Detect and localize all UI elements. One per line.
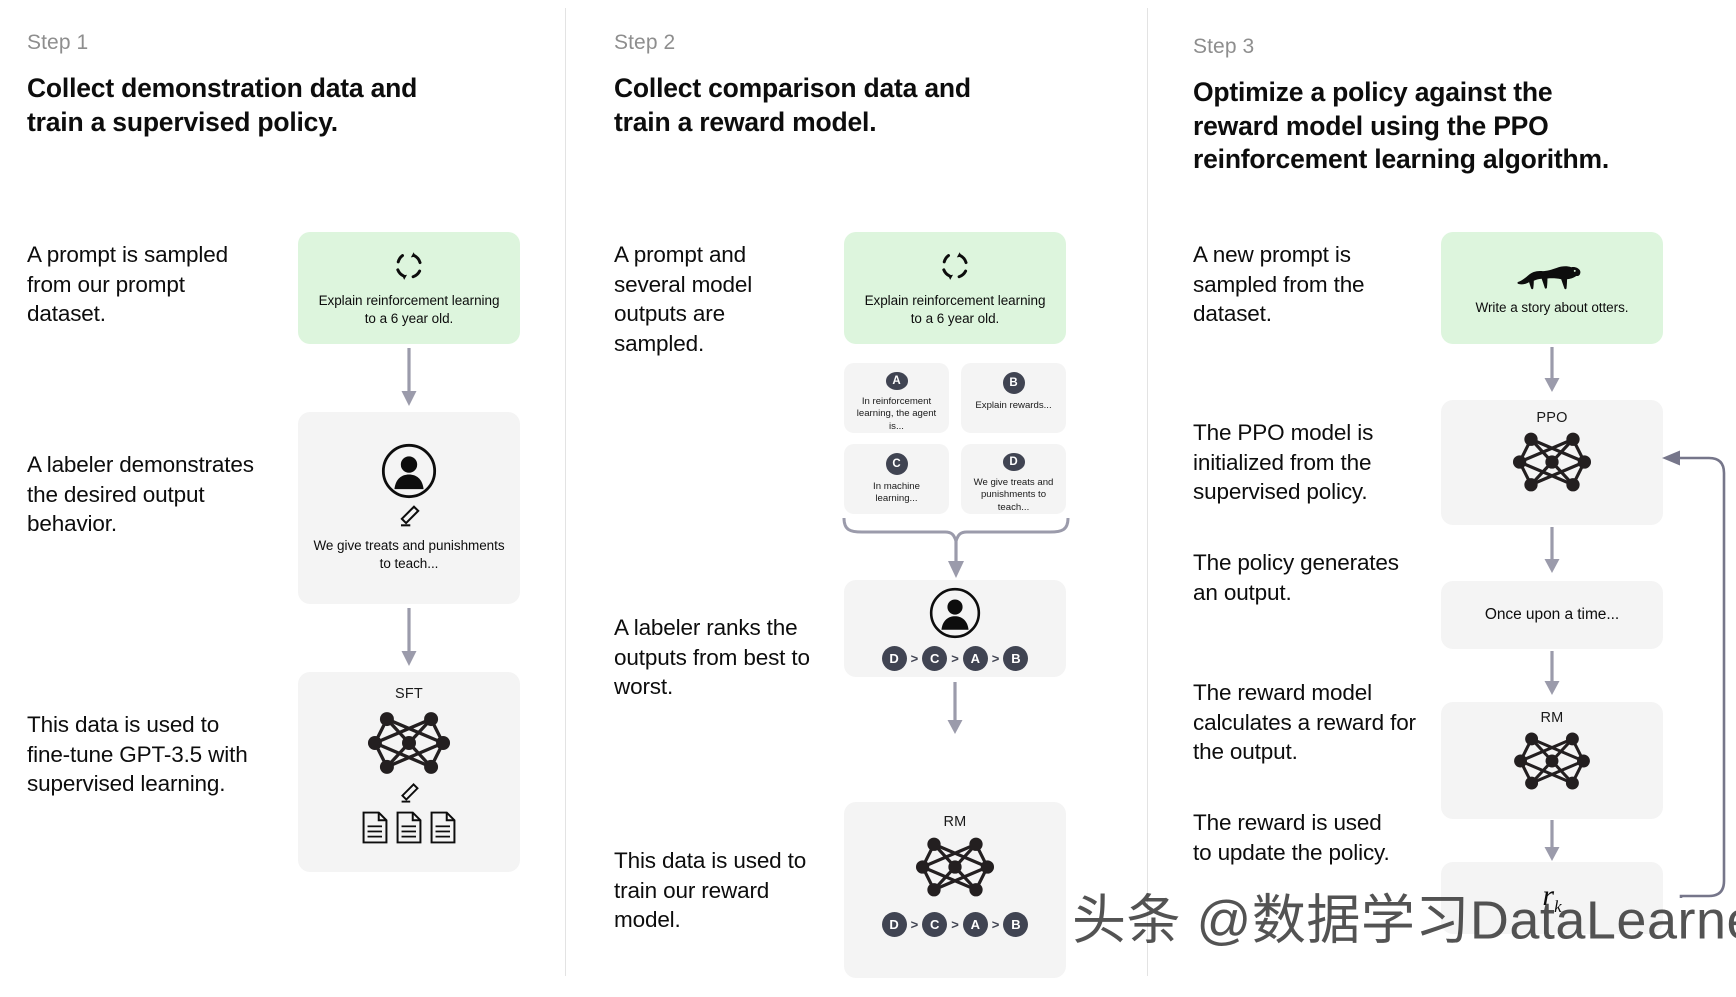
- reward-formula-subscript: k: [1554, 897, 1562, 916]
- step-1-label: Step 1: [27, 31, 89, 54]
- rank-badge-1: D: [881, 645, 907, 671]
- step-2-title: Collect comparison data and train a rewa…: [614, 73, 971, 137]
- recycle-icon: [396, 251, 422, 280]
- neural-network-icon: [1514, 732, 1590, 790]
- step-2-labeler-card[interactable]: D > C > A > B: [844, 580, 1066, 677]
- step-1-arrow-1: [401, 348, 417, 406]
- step-2-arrow-2: [947, 682, 963, 734]
- reward-formula-symbol: r: [1542, 879, 1555, 912]
- output-text-d: We give treats and punishments to teach.…: [973, 476, 1054, 513]
- rank-badge-4: B: [1003, 645, 1029, 671]
- rank-separator: >: [910, 917, 919, 932]
- document-icon: [430, 811, 456, 844]
- step-2-label: Step 2: [614, 31, 676, 54]
- step-3-prompt-text: Write a story about otters.: [1475, 299, 1629, 315]
- step-3-output-card[interactable]: Once upon a time...: [1441, 581, 1663, 649]
- step-2-column: Step 2 Collect comparison data and train…: [566, 0, 1148, 997]
- step-2-prompt-card[interactable]: Explain reinforcement learning to a 6 ye…: [844, 232, 1066, 344]
- step-1-labeler-card[interactable]: We give treats and punishments to teach.…: [298, 412, 520, 604]
- step-1-labeler-text: We give treats and punishments to teach.…: [313, 538, 505, 571]
- diagram-canvas: Step 1 Collect demonstration data and tr…: [0, 0, 1736, 997]
- neural-network-icon: [915, 837, 995, 897]
- rank-badge-2: C: [922, 645, 948, 671]
- step-3-prompt-card[interactable]: Write a story about otters.: [1441, 232, 1663, 344]
- rank-separator: >: [951, 917, 959, 932]
- step-1-caption-1: A prompt is sampled from our prompt data…: [27, 242, 228, 327]
- output-badge-d: D: [1002, 453, 1025, 471]
- step-3-output-text: Once upon a time...: [1484, 605, 1620, 623]
- step-3-title: Optimize a policy against the reward mod…: [1193, 77, 1610, 175]
- step-3-arrow-3: [1544, 651, 1560, 695]
- step-3-rm-title: RM: [1540, 710, 1564, 726]
- step-2-brace-arrow: [842, 517, 1070, 578]
- step-1-sft-card[interactable]: SFT: [298, 672, 520, 872]
- rank-separator: >: [951, 650, 959, 666]
- output-text-b: Explain rewards...: [975, 400, 1052, 411]
- step-2-output-b[interactable]: B Explain rewards...: [961, 363, 1066, 433]
- step-3-ppo-title: PPO: [1536, 410, 1568, 426]
- person-circle-icon: [929, 587, 981, 638]
- step-1-column: Step 1 Collect demonstration data and tr…: [0, 0, 566, 997]
- step-3-label: Step 3: [1193, 35, 1255, 58]
- step-2-rm-title: RM: [943, 814, 967, 830]
- step-3-caption-1: A new prompt is sampled from the dataset…: [1193, 242, 1365, 327]
- step-1-caption-2: A labeler demonstrates the desired outpu…: [27, 452, 254, 537]
- step-2-ranking-row: D > C > A > B: [881, 645, 1029, 671]
- rank-badge-2: C: [922, 912, 948, 937]
- step-2-caption-3: This data is used to train our reward mo…: [614, 848, 807, 933]
- reward-formula: rk: [1542, 879, 1561, 917]
- step-3-reward-card[interactable]: rk: [1441, 862, 1663, 934]
- step-3-rm-card[interactable]: RM: [1441, 702, 1663, 819]
- rank-separator: >: [910, 650, 919, 666]
- step-1-caption-3: This data is used to fine-tune GPT-3.5 w…: [27, 712, 248, 797]
- neural-network-icon: [367, 712, 451, 774]
- rank-badge-3: A: [962, 912, 988, 937]
- step-2-rm-card[interactable]: RM D > C > A > B: [844, 802, 1066, 978]
- step-2-caption-2: A labeler ranks the outputs from best to…: [614, 615, 810, 700]
- step-3-arrow-1: [1544, 347, 1560, 392]
- step-3-arrow-4: [1544, 820, 1560, 861]
- step-2-caption-1: A prompt and several model outputs are s…: [614, 242, 753, 357]
- step-2-output-d[interactable]: D We give treats and punishments to teac…: [961, 444, 1066, 514]
- step-1-prompt-text: Explain reinforcement learning to a 6 ye…: [318, 292, 500, 326]
- step-3-caption-5: The reward is used to update the policy.: [1193, 810, 1390, 865]
- step-1-arrow-2: [401, 608, 417, 666]
- recycle-icon: [942, 251, 968, 280]
- rank-separator: >: [991, 917, 1000, 932]
- step-3-arrow-2: [1544, 527, 1560, 573]
- output-text-c: In machine learning...: [873, 481, 920, 505]
- step-2-output-c[interactable]: C In machine learning...: [844, 444, 949, 514]
- step-3-caption-2: The PPO model is initialized from the su…: [1193, 420, 1374, 505]
- step-1-title: Collect demonstration data and train a s…: [27, 73, 418, 137]
- step-3-column: Step 3 Optimize a policy against the rew…: [1148, 0, 1736, 997]
- pencil-icon: [400, 505, 420, 527]
- output-badge-c: C: [885, 453, 908, 475]
- output-badge-a: A: [885, 372, 908, 390]
- step-2-rm-ranking-row: D > C > A > B: [881, 912, 1029, 937]
- step-1-document-group: [361, 811, 457, 844]
- neural-network-icon: [1512, 432, 1592, 492]
- person-circle-icon: [381, 443, 437, 499]
- step-3-caption-4: The reward model calculates a reward for…: [1193, 680, 1416, 765]
- rank-separator: >: [991, 650, 1000, 666]
- document-icon: [362, 811, 388, 844]
- otter-icon: [1517, 265, 1581, 289]
- step-1-sft-title: SFT: [395, 686, 423, 702]
- step-3-caption-3: The policy generates an output.: [1193, 550, 1399, 605]
- rank-badge-3: A: [962, 645, 988, 671]
- output-badge-b: B: [1002, 372, 1025, 394]
- pencil-icon: [401, 783, 419, 803]
- step-3-feedback-loop-arrow: [1662, 450, 1726, 898]
- step-2-output-a[interactable]: A In reinforcement learning, the agent i…: [844, 363, 949, 433]
- step-3-ppo-card[interactable]: PPO: [1441, 400, 1663, 525]
- rank-badge-4: B: [1003, 912, 1029, 937]
- document-icon: [396, 811, 422, 844]
- rank-badge-1: D: [881, 912, 907, 937]
- output-text-a: In reinforcement learning, the agent is.…: [856, 395, 937, 432]
- recycle-arrowhead-2: [402, 274, 408, 280]
- step-1-prompt-card[interactable]: Explain reinforcement learning to a 6 ye…: [298, 232, 520, 344]
- step-2-prompt-text: Explain reinforcement learning to a 6 ye…: [864, 292, 1046, 326]
